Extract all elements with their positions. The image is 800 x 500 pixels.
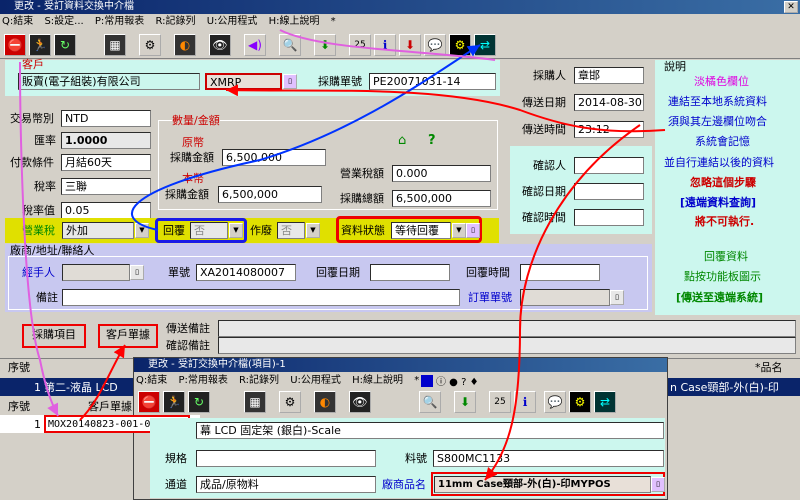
main-window: 更改 - 受訂資料交換中介檔 ✕ Q:結束 S:設定... P:常用報表 R:記… <box>0 0 800 500</box>
red-arrow-long <box>484 124 641 481</box>
magenta-arrow <box>19 61 59 417</box>
red-arrow-small <box>79 344 126 421</box>
magenta-arrow-2 <box>279 29 496 61</box>
annotation-arrows <box>19 29 666 481</box>
red-arrow-top <box>225 84 666 133</box>
blue-arrow <box>131 44 481 231</box>
